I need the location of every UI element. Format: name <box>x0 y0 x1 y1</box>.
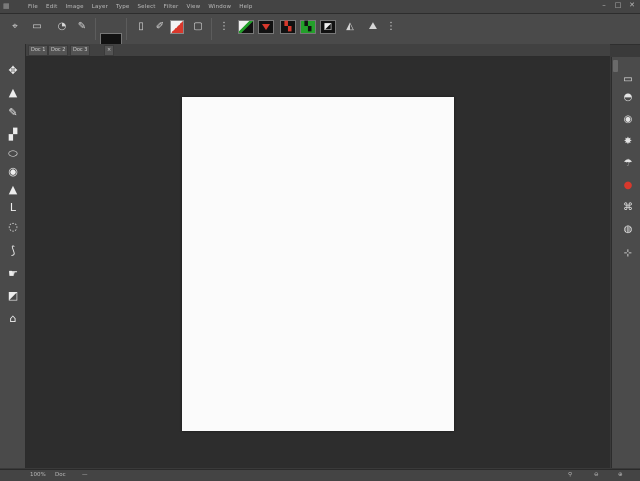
tab-doc-1[interactable]: Doc 1 <box>28 45 49 56</box>
separator <box>95 18 96 40</box>
tab-close-icon[interactable]: × <box>104 45 115 56</box>
magic-wand-icon[interactable]: ✎ <box>75 20 89 34</box>
frame-icon[interactable]: ▢ <box>191 20 205 34</box>
shape-tool-icon[interactable]: ⬭ <box>5 147 21 161</box>
menu-bar: ▦ File Edit Image Layer Type Select Filt… <box>0 0 640 14</box>
link-icon[interactable]: ⊹ <box>621 247 635 260</box>
layers-icon[interactable]: ▭ <box>621 73 635 86</box>
app-logo-icon[interactable]: ▦ <box>3 2 14 10</box>
menu-window[interactable]: Window <box>208 4 231 10</box>
menu-image[interactable]: Image <box>65 4 83 10</box>
menu-items: File Edit Image Layer Type Select Filter… <box>28 0 253 13</box>
zoom-level[interactable]: 100% <box>30 471 46 480</box>
menu-type[interactable]: Type <box>116 4 129 10</box>
panel-scrollbar[interactable] <box>613 60 618 72</box>
doc-icon[interactable]: ▯ <box>134 20 148 34</box>
align-icon[interactable]: ⋮ <box>217 20 231 34</box>
menu-view[interactable]: View <box>186 4 200 10</box>
eraser-tool-icon[interactable]: ⌂ <box>5 312 21 326</box>
separator <box>211 18 212 40</box>
clone-tool-icon[interactable]: ⟆ <box>5 244 21 258</box>
red-mode-icon[interactable] <box>258 20 274 34</box>
menu-file[interactable]: File <box>28 4 38 10</box>
close-icon[interactable]: ✕ <box>628 1 636 10</box>
fill-tool-icon[interactable]: ◩ <box>5 289 21 303</box>
layer-style-icon[interactable]: ◭ <box>343 20 357 34</box>
mask-icon[interactable]: ◩ <box>320 20 336 34</box>
brush-tool-icon[interactable]: ✎ <box>5 106 21 120</box>
menu-edit[interactable]: Edit <box>46 4 57 10</box>
zoom-in-icon[interactable]: ⊕ <box>618 471 623 480</box>
doc-info: Doc <box>55 472 66 478</box>
crop-tool-icon[interactable]: ▞ <box>5 128 21 142</box>
document-canvas[interactable] <box>182 97 454 431</box>
color-picker-icon[interactable] <box>170 20 184 34</box>
channel-icon[interactable]: ▚ <box>280 20 296 34</box>
zoom-out-icon[interactable]: ⊖ <box>594 471 599 480</box>
pen-tool-icon[interactable]: ▲ <box>5 86 21 100</box>
menu-layer[interactable]: Layer <box>92 4 108 10</box>
minimize-icon[interactable]: – <box>600 1 608 10</box>
brush-preset-icon[interactable]: ✸ <box>621 135 635 148</box>
paths-icon[interactable]: ⌘ <box>621 201 635 214</box>
hand-tool-icon[interactable]: ☛ <box>5 267 21 281</box>
move-tool-icon[interactable]: ✥ <box>5 64 21 78</box>
tab-doc-2[interactable]: Doc 2 <box>48 45 69 56</box>
menu-help[interactable]: Help <box>239 4 252 10</box>
left-toolbar: ✥ ▲ ✎ ▞ ⬭ ◉ ▲ ᒪ ◌ ⟆ ☛ ◩ ⌂ <box>0 44 26 468</box>
tool-preset-icon[interactable]: ⌖ <box>8 20 22 34</box>
color-swatch-icon[interactable]: ● <box>621 179 635 192</box>
more-options-icon[interactable]: ⋮ <box>384 20 398 34</box>
window-controls: – □ ✕ <box>600 1 636 10</box>
lasso-tool-icon[interactable]: ◌ <box>5 220 21 234</box>
3d-icon[interactable]: ⛰ <box>366 20 380 34</box>
blend-icon[interactable] <box>238 20 254 34</box>
right-panel-dock: ▭ ◓ ◉ ✸ ☂ ● ⌘ ◍ ⊹ <box>611 57 640 468</box>
green-channel-icon[interactable]: ▚ <box>300 20 316 34</box>
separator <box>126 18 127 40</box>
tab-doc-3[interactable]: Doc 3 <box>70 45 91 56</box>
lasso-option-icon[interactable]: ◔ <box>55 20 69 34</box>
navigator-icon[interactable]: ⚲ <box>568 471 572 480</box>
properties-icon[interactable]: ◍ <box>621 223 635 236</box>
status-bar: 100% Doc — ⚲ ⊖ ⊕ <box>0 469 640 481</box>
brush-option-icon[interactable]: ✐ <box>153 20 167 34</box>
menu-filter[interactable]: Filter <box>164 4 179 10</box>
maximize-icon[interactable]: □ <box>614 1 622 10</box>
color-icon[interactable]: ☂ <box>621 157 635 170</box>
adjust-icon[interactable]: ◉ <box>621 113 635 126</box>
options-bar: ⌖ ▭ ◔ ✎ ▯ ✐ ▢ ⋮ ▚ ▚ ◩ ◭ ⛰ ⋮ <box>0 14 640 55</box>
document-tab-bar: Doc 1 Doc 2 Doc 3 × <box>26 44 610 57</box>
type-tool-icon[interactable]: ᒪ <box>5 201 21 215</box>
menu-select[interactable]: Select <box>137 4 155 10</box>
gradient-tool-icon[interactable]: ◉ <box>5 165 21 179</box>
rect-select-icon[interactable]: ▭ <box>30 20 44 34</box>
history-icon[interactable]: ◓ <box>621 91 635 104</box>
status-extra: — <box>82 472 88 478</box>
triangle-tool-icon[interactable]: ▲ <box>5 183 21 197</box>
